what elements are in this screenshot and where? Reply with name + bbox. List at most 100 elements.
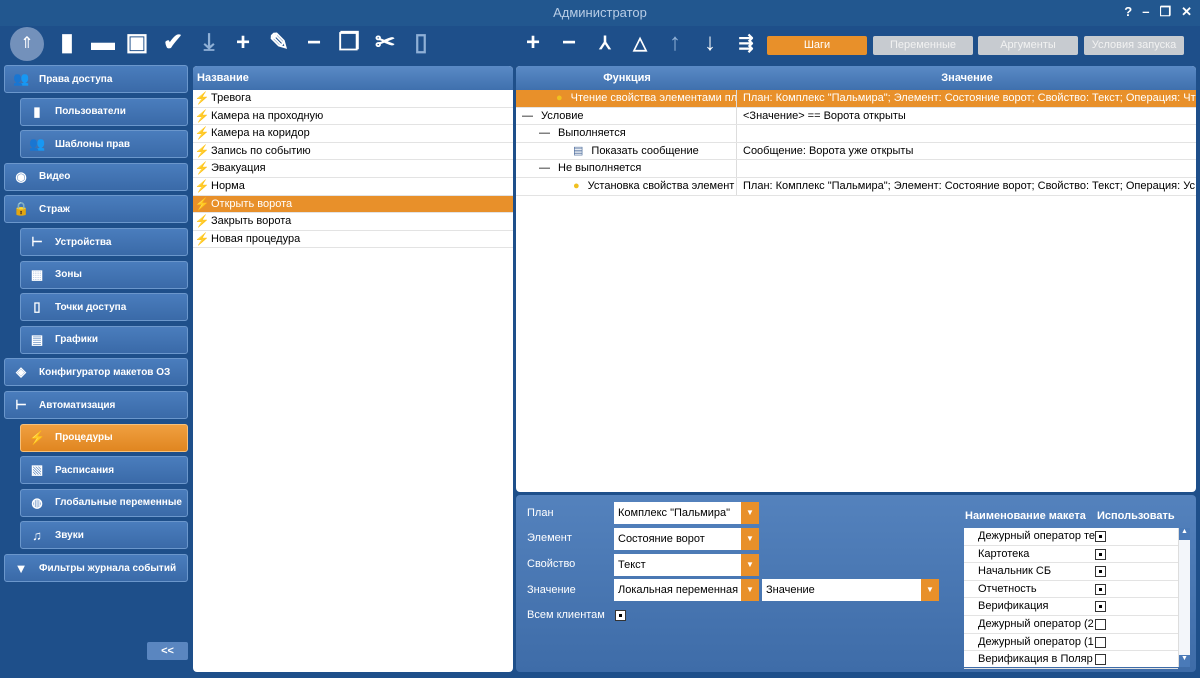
sidebar-item[interactable]: 🔒 Страж [4,195,188,224]
sidebar-item[interactable]: 👥 Права доступа [4,65,188,93]
plan-label: План [527,507,554,519]
sidebar-item[interactable]: ⚡ Процедуры [20,423,188,452]
sidebar-item[interactable]: ▤ Графики [20,325,188,354]
scroll-down-icon[interactable]: ▼ [1179,655,1190,667]
save-icon[interactable]: ▣ [124,30,150,56]
sidebar-item[interactable]: ⊢ Устройства [20,228,188,256]
sidebar-item[interactable]: ◈ Конфигуратор макетов ОЗ [4,358,188,387]
logo-icon[interactable]: ⇑ [10,27,44,61]
new-file-icon[interactable]: ▮ [54,30,80,56]
sidebar-item[interactable]: 👥 Шаблоны прав [20,130,188,159]
procedure-item[interactable]: ⚡ Камера на коридор [193,125,513,143]
procedure-name: Запись по событию [211,144,311,157]
procedure-item[interactable]: ⚡ Закрыть ворота [193,213,513,231]
chevron-down-icon[interactable]: ▼ [741,528,759,550]
sidebar-item[interactable]: ◍ Глобальные переменные [20,488,188,517]
bolt-icon: ⚡ [194,178,210,193]
steps-panel: Функция Значение ● Чтение свойства элемент… [516,66,1196,492]
bolt-icon: ⚡ [29,429,46,445]
step-row[interactable]: — Условие <Значение> == Ворота открыты [516,107,1196,126]
sidebar-item[interactable]: ▧ Расписания [20,456,188,485]
layout-use-checkbox[interactable] [1095,618,1106,630]
scroll-up-icon[interactable]: ▲ [1179,528,1190,540]
value-type-select[interactable]: Локальная переменная ▼ [614,579,759,601]
sidebar-item[interactable]: ♫ Звуки [20,521,188,550]
procedure-item[interactable]: ⚡ Камера на проходную [193,108,513,126]
bolt-icon: ⚡ [194,108,210,123]
chevron-down-icon[interactable]: ▼ [741,579,759,601]
tab-steps[interactable]: Шаги [767,36,867,55]
layout-row: Дежурный оператор те [964,528,1178,546]
layout-use-checkbox[interactable] [1095,601,1106,613]
download-icon[interactable]: ⤓ [196,30,222,56]
step-row[interactable]: ● Установка свойства элемент План: Комплек… [516,177,1196,196]
add-icon[interactable]: + [230,30,256,56]
plan-select[interactable]: Комплекс "Пальмира" ▼ [614,502,759,524]
export-list-icon[interactable]: ⇶ [733,30,759,56]
chevron-down-icon[interactable]: ▼ [741,502,759,524]
layouts-scrollbar[interactable]: ▲ ▼ [1178,528,1190,667]
element-select[interactable]: Состояние ворот ▼ [614,528,759,550]
restore-button[interactable]: ❐ [1159,4,1171,20]
tab-arguments[interactable]: Аргументы [978,36,1078,55]
step-row[interactable]: ▤ Показать сообщение Сообщение: Ворота уже… [516,142,1196,161]
sidebar-item[interactable]: ▯ Точки доступа [20,293,188,322]
procedure-item[interactable]: ⚡ Открыть ворота [193,195,513,214]
step-row[interactable]: ● Чтение свойства элементами план План: Ко… [516,90,1196,108]
sidebar-item[interactable]: ▼ Фильтры журнала событий [4,554,188,582]
all-clients-checkbox[interactable] [615,610,626,621]
chevron-down-icon[interactable]: ▼ [741,554,759,576]
property-select[interactable]: Текст ▼ [614,554,759,576]
sidebar-item[interactable]: ▮ Пользователи [20,97,188,126]
lock-icon: 🔒 [13,201,30,217]
remove-step-icon[interactable]: − [556,30,582,56]
move-up-icon[interactable]: ↑ [662,30,688,56]
procedure-name: Камера на проходную [211,109,324,122]
cut-scissors-icon[interactable]: ✂ [372,30,398,56]
step-value [737,125,1196,142]
remove-icon[interactable]: − [301,30,327,56]
layout-row: Дежурный оператор (1 [964,634,1178,652]
step-function: Чтение свойства элементами план [570,92,737,104]
minimize-button[interactable]: – [1142,4,1149,20]
loop-icon[interactable]: △ [627,30,653,56]
step-row[interactable]: — Выполняется [516,125,1196,143]
layout-use-checkbox[interactable] [1095,583,1106,595]
open-folder-icon[interactable]: ▬ [90,30,116,56]
sidebar-item[interactable]: ▦ Зоны [20,260,188,289]
layout-name: Верификация [978,600,1049,613]
procedure-item[interactable]: ⚡ Эвакуация [193,160,513,178]
title-bar: Администратор [0,0,1200,26]
layout-use-checkbox[interactable] [1095,566,1106,578]
collapse-icon[interactable]: — [539,162,550,174]
branch-icon[interactable]: ⅄ [592,30,618,56]
sidebar-item[interactable]: ◉ Видео [4,162,188,191]
collapse-icon[interactable]: — [539,127,550,139]
tab-start-conditions[interactable]: Условия запуска [1084,36,1184,55]
tab-variables[interactable]: Переменные [873,36,973,55]
layout-use-checkbox[interactable] [1095,548,1106,560]
copy-icon[interactable]: ❐ [336,30,362,56]
steps-tree: ● Чтение свойства элементами план План: Ко… [516,90,1196,492]
procedure-item[interactable]: ⚡ Запись по событию [193,143,513,161]
help-button[interactable]: ? [1124,4,1132,20]
close-button[interactable]: ✕ [1181,4,1192,20]
step-row[interactable]: — Не выполняется [516,160,1196,178]
procedure-item[interactable]: ⚡ Норма [193,178,513,196]
layout-use-checkbox[interactable] [1095,531,1106,542]
chevron-down-icon[interactable]: ▼ [921,579,939,601]
layout-use-checkbox[interactable] [1095,654,1106,666]
procedure-item[interactable]: ⚡ Тревога [193,90,513,108]
add-step-icon[interactable]: + [520,30,546,56]
sidebar-item[interactable]: ⊢ Автоматизация [4,391,188,419]
collapse-sidebar-button[interactable]: << [147,642,188,660]
procedure-item[interactable]: ⚡ Новая процедура [193,231,513,249]
value-select[interactable]: Значение ▼ [762,579,939,601]
collapse-icon[interactable]: — [522,110,533,122]
move-down-icon[interactable]: ↓ [697,30,723,56]
layout-use-checkbox[interactable] [1095,636,1106,648]
paste-clipboard-icon[interactable]: ▯ [408,30,434,56]
apply-check-icon[interactable]: ✔ [160,30,186,56]
users-icon: 👥 [13,71,30,86]
edit-pencil-icon[interactable]: ✎ [266,30,292,56]
